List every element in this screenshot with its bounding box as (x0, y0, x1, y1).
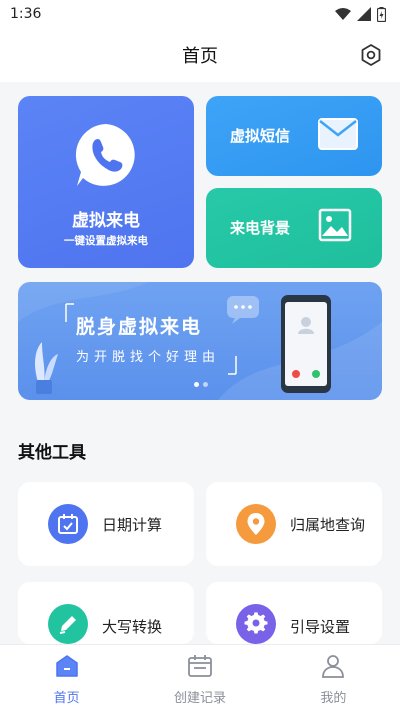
virtual-call-subtitle: 一键设置虚拟来电 (64, 235, 148, 247)
virtual-call-card[interactable]: 虚拟来电 一键设置虚拟来电 (18, 96, 194, 268)
page-title: 首页 (182, 46, 218, 67)
tab-label: 首页 (53, 691, 80, 706)
calendar-icon (48, 504, 88, 544)
virtual-sms-card[interactable]: 虚拟短信 (206, 96, 382, 176)
pen-icon (48, 604, 88, 644)
tool-label: 大写转换 (102, 618, 163, 636)
profile-icon (322, 655, 345, 678)
virtual-call-title: 虚拟来电 (72, 211, 140, 231)
header: 首页 (0, 28, 400, 82)
gear-icon (236, 604, 276, 644)
status-bar: 1:36 (0, 0, 400, 28)
signal-icon (357, 7, 371, 21)
tool-guide-settings[interactable]: 引导设置 (206, 582, 382, 644)
tab-home[interactable]: 首页 (0, 645, 133, 711)
tool-label: 归属地查询 (290, 516, 366, 534)
banner-dot[interactable] (203, 382, 208, 387)
record-icon (188, 655, 212, 677)
banner-dot-active[interactable] (194, 382, 199, 387)
call-background-card[interactable]: 来电背景 (206, 188, 382, 268)
tab-label: 创建记录 (173, 691, 226, 706)
phone-icon (75, 124, 135, 186)
status-time: 1:36 (10, 6, 42, 22)
location-icon (236, 504, 276, 544)
tool-label: 日期计算 (102, 516, 163, 534)
home-icon (55, 655, 78, 677)
promo-banner[interactable]: 脱身虚拟来电 为开脱找个好理由 (18, 282, 382, 400)
tab-profile[interactable]: 我的 (267, 645, 400, 711)
image-icon (318, 208, 352, 242)
tab-create-records[interactable]: 创建记录 (133, 645, 266, 711)
tool-label: 引导设置 (290, 618, 351, 636)
banner-pagination (194, 382, 208, 387)
main-content: 虚拟来电 一键设置虚拟来电 虚拟短信 来电背景 脱身虚拟来电 为开脱找个好理由 … (0, 82, 400, 644)
tab-label: 我的 (320, 691, 347, 706)
status-icons (335, 6, 386, 22)
wifi-icon (335, 8, 351, 20)
tool-uppercase-conversion[interactable]: 大写转换 (18, 582, 194, 644)
tools-section-title: 其他工具 (18, 443, 86, 463)
banner-subtitle: 为开脱找个好理由 (76, 350, 221, 365)
hexagon-settings-icon (361, 44, 381, 66)
call-background-title: 来电背景 (230, 219, 291, 237)
phone-mockup-illustration (281, 295, 331, 393)
tool-location-lookup[interactable]: 归属地查询 (206, 482, 382, 566)
envelope-icon (318, 118, 358, 150)
tool-date-calculation[interactable]: 日期计算 (18, 482, 194, 566)
virtual-sms-title: 虚拟短信 (230, 127, 291, 145)
bottom-tab-bar: 首页 创建记录 我的 (0, 644, 400, 711)
battery-icon (377, 6, 386, 22)
banner-title: 脱身虚拟来电 (76, 316, 203, 338)
settings-button[interactable] (358, 42, 384, 68)
